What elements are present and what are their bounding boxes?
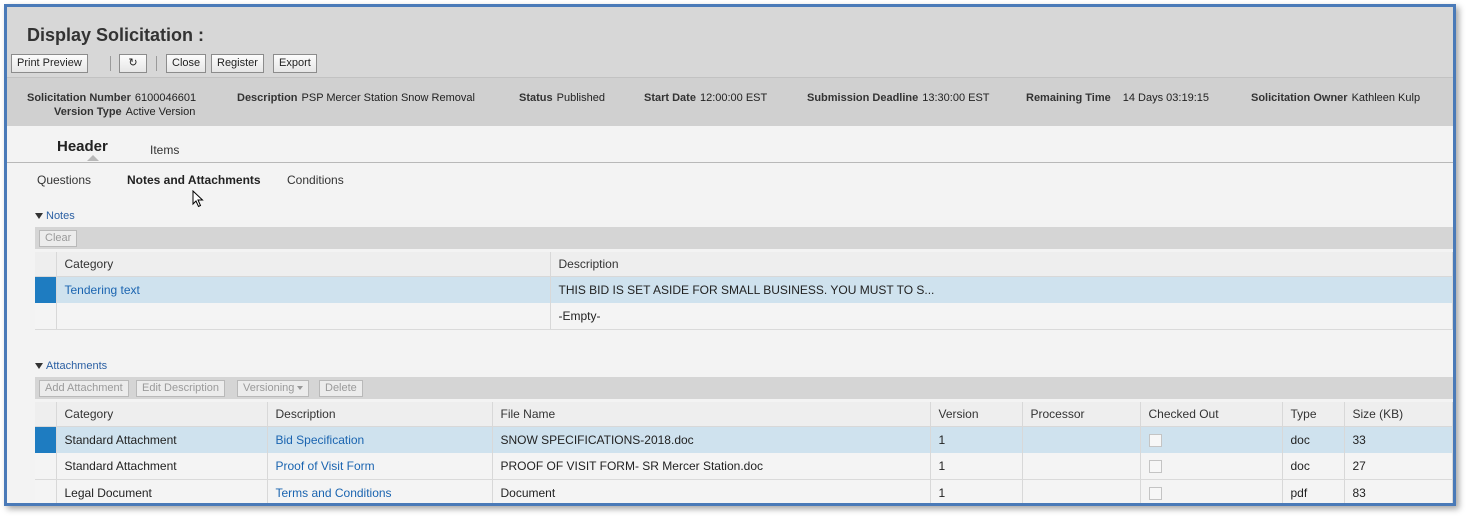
attachment-category: Standard Attachment: [56, 426, 268, 453]
page-title: Display Solicitation :: [27, 25, 205, 45]
attachment-category: Standard Attachment: [56, 453, 268, 480]
checked-out-checkbox-cell: [1140, 426, 1283, 453]
register-button[interactable]: Register: [211, 54, 264, 73]
attachment-type: doc: [1282, 453, 1345, 480]
attachments-toolbar: Add Attachment Edit Description Versioni…: [35, 377, 1453, 399]
remaining-time-info: Remaining Time 14 Days 03:19:15: [1026, 92, 1209, 104]
checked-out-checkbox-cell: [1140, 479, 1283, 503]
notes-toolbar: Clear: [35, 227, 1453, 249]
table-row[interactable]: -Empty-: [35, 303, 1453, 330]
solicitation-info-bar: Solicitation Number 6100046601 Version Ty…: [7, 77, 1453, 126]
edit-description-button[interactable]: Edit Description: [136, 380, 226, 397]
attachment-description-link[interactable]: Bid Specification: [267, 426, 493, 453]
row-selector[interactable]: [35, 426, 57, 453]
version-type: Version Type Active Version: [54, 106, 196, 118]
add-attachment-button[interactable]: Add Attachment: [39, 380, 129, 397]
attachment-file-name: Document: [492, 479, 931, 503]
refresh-button[interactable]: ↻: [119, 54, 147, 73]
note-category: [56, 303, 551, 330]
column-header-description[interactable]: Description: [267, 402, 493, 427]
checked-out-checkbox-cell: [1140, 453, 1283, 480]
note-category-link[interactable]: Tendering text: [56, 276, 551, 303]
attachment-file-name: SNOW SPECIFICATIONS-2018.doc: [492, 426, 931, 453]
select-all-cell[interactable]: [35, 252, 57, 277]
attachments-header-row: Category Description File Name Version P…: [35, 402, 1453, 427]
attachment-processor: [1022, 426, 1141, 453]
table-row[interactable]: Legal Document Terms and Conditions Docu…: [35, 479, 1453, 503]
attachment-size: 83: [1344, 479, 1453, 503]
tab-notes-and-attachments[interactable]: Notes and Attachments: [127, 173, 261, 187]
column-header-size[interactable]: Size (KB): [1344, 402, 1453, 427]
start-date-info: Start Date 12:00:00 EST: [644, 92, 768, 104]
status-info: Status Published: [519, 92, 605, 104]
checked-out-checkbox[interactable]: [1148, 434, 1162, 448]
submission-deadline-info: Submission Deadline 13:30:00 EST: [807, 92, 990, 104]
attachment-file-name: PROOF OF VISIT FORM- SR Mercer Station.d…: [492, 453, 931, 480]
attachment-processor: [1022, 453, 1141, 480]
main-tabs: Header Items: [7, 126, 1453, 163]
title-bar: Display Solicitation :: [7, 7, 1453, 51]
attachment-type: pdf: [1282, 479, 1345, 503]
column-header-file-name[interactable]: File Name: [492, 402, 931, 427]
attachment-type: doc: [1282, 426, 1345, 453]
table-row[interactable]: Tendering text THIS BID IS SET ASIDE FOR…: [35, 276, 1453, 303]
tab-header[interactable]: Header: [57, 138, 108, 155]
table-row[interactable]: Standard Attachment Proof of Visit Form …: [35, 453, 1453, 480]
column-header-version[interactable]: Version: [930, 402, 1023, 427]
delete-button[interactable]: Delete: [319, 380, 363, 397]
row-selector[interactable]: [35, 479, 57, 503]
column-header-category[interactable]: Category: [56, 402, 268, 427]
mouse-cursor-icon: [192, 190, 204, 208]
solicitation-owner-info: Solicitation Owner Kathleen Kulp: [1251, 92, 1421, 104]
attachment-size: 27: [1344, 453, 1453, 480]
solicitation-window: Display Solicitation : Print Preview ↻ C…: [4, 4, 1456, 506]
attachments-section-toggle[interactable]: Attachments: [35, 360, 107, 372]
attachment-processor: [1022, 479, 1141, 503]
toolbar-separator: [156, 56, 157, 71]
checked-out-checkbox[interactable]: [1148, 460, 1162, 474]
attachment-version: 1: [930, 426, 1023, 453]
refresh-icon: ↻: [128, 57, 138, 69]
column-header-checked-out[interactable]: Checked Out: [1140, 402, 1283, 427]
attachment-version: 1: [930, 453, 1023, 480]
print-preview-button[interactable]: Print Preview: [11, 54, 88, 73]
expand-triangle-icon: [35, 363, 43, 370]
row-selector[interactable]: [35, 303, 57, 330]
row-selector[interactable]: [35, 453, 57, 480]
clear-button[interactable]: Clear: [39, 230, 78, 247]
select-all-cell[interactable]: [35, 402, 57, 427]
attachments-table: Category Description File Name Version P…: [35, 402, 1453, 503]
dropdown-arrow-icon: [297, 386, 304, 391]
attachment-description-link[interactable]: Proof of Visit Form: [267, 453, 493, 480]
attachment-version: 1: [930, 479, 1023, 503]
main-toolbar: Print Preview ↻ Close Register Export: [7, 51, 1453, 77]
expand-triangle-icon: [35, 213, 43, 220]
solicitation-number: Solicitation Number 6100046601: [27, 92, 197, 104]
attachment-size: 33: [1344, 426, 1453, 453]
active-tab-indicator: [87, 155, 99, 161]
notes-table: Category Description Tendering text THIS…: [35, 252, 1453, 330]
versioning-button[interactable]: Versioning: [237, 380, 310, 397]
close-button[interactable]: Close: [166, 54, 207, 73]
tab-questions[interactable]: Questions: [37, 173, 91, 187]
attachment-description-link[interactable]: Terms and Conditions: [267, 479, 493, 503]
attachment-category: Legal Document: [56, 479, 268, 503]
column-header-type[interactable]: Type: [1282, 402, 1345, 427]
sub-tabs: Questions Notes and Attachments Conditio…: [7, 163, 1453, 197]
column-header-processor[interactable]: Processor: [1022, 402, 1141, 427]
note-description: THIS BID IS SET ASIDE FOR SMALL BUSINESS…: [550, 276, 1453, 303]
notes-section-toggle[interactable]: Notes: [35, 210, 75, 222]
tab-items[interactable]: Items: [150, 143, 179, 157]
column-header-description[interactable]: Description: [550, 252, 1453, 277]
export-button[interactable]: Export: [273, 54, 317, 73]
row-selector[interactable]: [35, 276, 57, 303]
table-row[interactable]: Standard Attachment Bid Specification SN…: [35, 426, 1453, 453]
tab-conditions[interactable]: Conditions: [287, 173, 344, 187]
description-info: Description PSP Mercer Station Snow Remov…: [237, 92, 475, 104]
notes-header-row: Category Description: [35, 252, 1453, 277]
toolbar-separator: [110, 56, 111, 71]
column-header-category[interactable]: Category: [56, 252, 551, 277]
checked-out-checkbox[interactable]: [1148, 487, 1162, 501]
note-description: -Empty-: [550, 303, 1453, 330]
